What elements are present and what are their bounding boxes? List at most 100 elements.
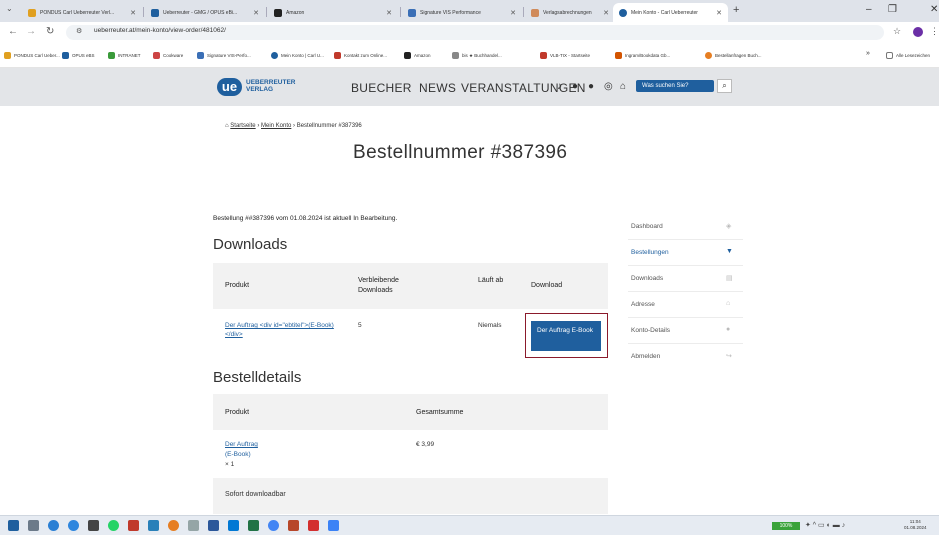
back-icon[interactable]: ← <box>8 26 18 37</box>
bookmark-item[interactable]: Cookware <box>153 52 183 59</box>
app-icon[interactable] <box>188 520 199 531</box>
tray-icons[interactable]: ✦ ^ ▭ ◐ ▬ ♪ <box>805 521 845 529</box>
app-icon[interactable] <box>168 520 179 531</box>
wifi-icon[interactable] <box>48 520 59 531</box>
battery-indicator[interactable]: 100% <box>772 522 800 530</box>
whatsapp-icon[interactable] <box>108 520 119 531</box>
mail-icon[interactable] <box>148 520 159 531</box>
bookmark-item[interactable]: bis ★ Buchhandel... <box>452 52 502 59</box>
bookmark-star-icon[interactable]: ☆ <box>893 26 901 37</box>
bookmark-item[interactable]: Mein Konto | Carl U... <box>271 52 324 59</box>
download-expires: Niemals <box>478 322 502 329</box>
menu-icon[interactable]: ⋮ <box>930 26 939 37</box>
chrome-icon[interactable] <box>268 520 279 531</box>
tab-signature[interactable]: Signature VIS Performance ✕ <box>402 3 522 22</box>
taskbar: 100% ✦ ^ ▭ ◐ ▬ ♪ 11:04 01.08.2024 <box>0 515 939 535</box>
forward-icon[interactable]: → <box>26 26 36 37</box>
basket-icon: ▼ <box>726 248 733 255</box>
col-total: Gesamtsumme <box>416 409 464 416</box>
close-icon[interactable]: ✕ <box>716 9 722 17</box>
tab-amazon[interactable]: Amazon ✕ <box>268 3 398 22</box>
breadcrumb-account[interactable]: Mein Konto <box>261 123 291 129</box>
search-icon[interactable]: ⌕ <box>717 79 732 93</box>
search-button[interactable]: Was suchen Sie? <box>636 80 714 92</box>
profile-avatar[interactable] <box>913 27 923 37</box>
close-icon[interactable]: ✕ <box>510 9 516 17</box>
bookmark-item[interactable]: PONDUS Carl Ueber... <box>4 52 60 59</box>
home-icon[interactable]: ⌂ <box>225 123 229 129</box>
sidebar-item-dashboard[interactable]: Dashboard ◈ <box>628 214 743 240</box>
close-icon[interactable]: ✕ <box>130 9 136 17</box>
col-product: Produkt <box>225 282 250 289</box>
nav-buecher[interactable]: BUECHER <box>351 81 412 95</box>
clock[interactable]: 11:04 01.08.2024 <box>904 519 927 531</box>
opus-favicon-icon <box>151 8 159 17</box>
acrobat-icon[interactable] <box>308 520 319 531</box>
bookmark-item[interactable]: VLB-TIX - Startseite <box>540 52 590 59</box>
sidebar-item-konto-details[interactable]: Konto-Details ● <box>628 318 743 344</box>
reload-icon[interactable]: ↻ <box>46 26 54 37</box>
details-product-total: € 3,99 <box>416 441 435 448</box>
browser-tab-bar: ⌄ PONDUS Carl Ueberreuter Verl... ✕ Uebe… <box>0 0 939 22</box>
sidebar-item-adresse[interactable]: Adresse ⌂ <box>628 292 743 318</box>
url-text: ueberreuter.at/mein-konto/view-order/481… <box>94 27 226 34</box>
word-icon[interactable] <box>208 520 219 531</box>
outlook-icon[interactable] <box>228 520 239 531</box>
powerpoint-icon[interactable] <box>288 520 299 531</box>
facebook-icon[interactable]: ● <box>588 81 594 92</box>
tab-mein-konto[interactable]: Mein Konto - Carl Ueberreuter ✕ <box>613 3 728 22</box>
nav-news[interactable]: NEWS <box>419 81 456 95</box>
start-icon[interactable] <box>8 520 19 531</box>
order-details-heading: Bestelldetails <box>213 369 302 386</box>
bookmark-item[interactable]: OPUS eBS <box>62 52 95 59</box>
site-info-icon[interactable]: ⚙ <box>76 27 82 35</box>
app-icon[interactable] <box>88 520 99 531</box>
sidebar-item-bestellungen[interactable]: Bestellungen ▼ <box>628 240 743 266</box>
ueberreuter-logo[interactable]: ue <box>217 78 242 96</box>
sidebar-item-abmelden[interactable]: Abmelden ↪ <box>628 344 743 370</box>
close-window-button[interactable]: ✕ <box>930 4 938 15</box>
app-icon[interactable] <box>328 520 339 531</box>
breadcrumb: ⌂ Startseite › Mein Konto › Bestellnumme… <box>225 123 362 129</box>
download-product-link[interactable]: Der Auftrag <div id="ebtitel">(E-Book)</… <box>225 321 350 339</box>
tab-pondus[interactable]: PONDUS Carl Ueberreuter Verl... ✕ <box>22 3 142 22</box>
tab-search-icon[interactable]: ⌄ <box>6 4 13 13</box>
shop-icon[interactable]: ⌂ <box>620 81 626 92</box>
bookmarks-overflow-button[interactable]: » <box>866 50 870 57</box>
new-tab-button[interactable]: + <box>733 4 739 16</box>
all-bookmarks-button[interactable]: Alle Lesezeichen <box>886 52 930 59</box>
filezilla-icon[interactable] <box>128 520 139 531</box>
excel-icon[interactable] <box>248 520 259 531</box>
maximize-button[interactable]: ❐ <box>888 4 897 15</box>
download-remaining: 5 <box>358 322 362 329</box>
ueberreuter-favicon-icon <box>619 8 627 17</box>
bookmark-item[interactable]: Bestellanfragen Buch... <box>705 52 762 59</box>
tiktok-icon[interactable]: ♪ <box>557 81 562 92</box>
minimize-button[interactable]: – <box>866 4 872 15</box>
close-icon[interactable]: ✕ <box>603 9 609 17</box>
tab-verlagsabrechnungen[interactable]: Verlagsabrechnungen ✕ <box>525 3 615 22</box>
document-favicon-icon <box>531 8 539 17</box>
nav-veranstaltungen[interactable]: VERANSTALTUNGEN <box>461 81 586 95</box>
close-icon[interactable]: ✕ <box>386 9 392 17</box>
close-icon[interactable]: ✕ <box>253 9 259 17</box>
details-table-header <box>213 394 608 430</box>
bookmark-item[interactable]: Kontakt zum Online... <box>334 52 387 59</box>
url-field[interactable]: ⚙ ueberreuter.at/mein-konto/view-order/4… <box>66 25 884 40</box>
sidebar-item-downloads[interactable]: Downloads ▤ <box>628 266 743 292</box>
tab-opus[interactable]: Ueberreuter - GMG / OPUS eBi... ✕ <box>145 3 265 22</box>
bookmark-item[interactable]: INTRANET <box>108 52 141 59</box>
instagram-icon[interactable]: ◎ <box>604 81 613 92</box>
breadcrumb-home[interactable]: Startseite <box>230 123 255 129</box>
logo-text[interactable]: UEBERREUTER VERLAG <box>246 79 295 93</box>
edge-icon[interactable] <box>68 520 79 531</box>
bookmark-item[interactable]: Amazon <box>404 52 431 59</box>
downloads-heading: Downloads <box>213 236 288 253</box>
col-expires: Läuft ab <box>478 277 504 284</box>
details-product-link[interactable]: Der Auftrag <box>225 440 258 449</box>
bookmark-item[interactable]: Signature VIS-Perfo... <box>197 52 251 59</box>
amazon-favicon-icon <box>274 8 282 17</box>
pinterest-icon[interactable]: ● <box>572 81 578 92</box>
search-icon[interactable] <box>28 520 39 531</box>
bookmark-item[interactable]: Ingram/Bookdata Gb... <box>615 52 670 59</box>
